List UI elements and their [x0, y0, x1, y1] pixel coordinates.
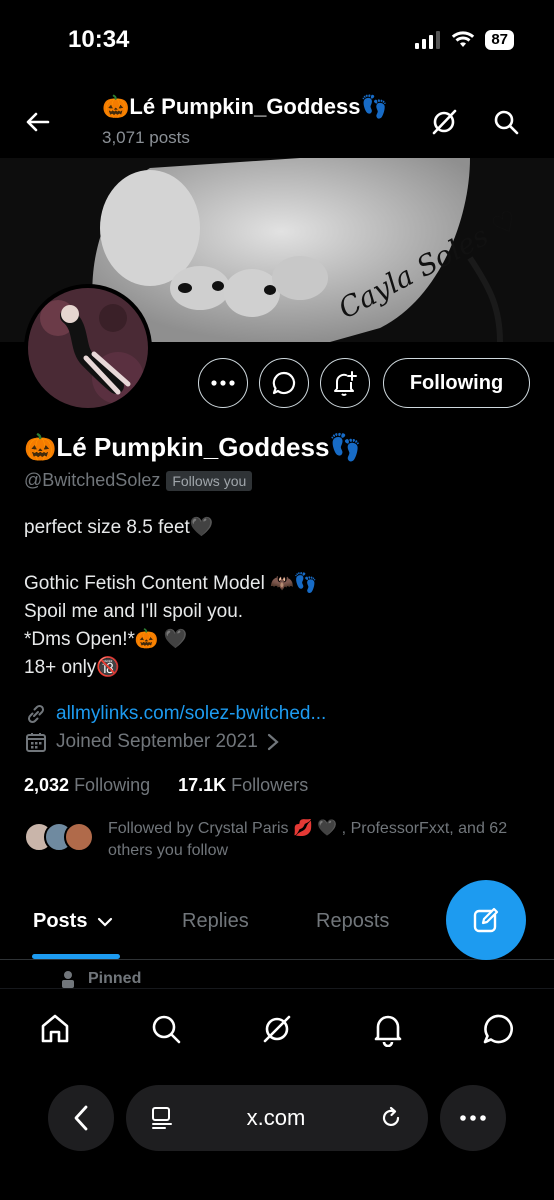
followers-count[interactable]: 17.1K Followers — [178, 775, 308, 796]
status-icons: 87 — [415, 30, 514, 50]
battery-level: 87 — [485, 30, 514, 50]
compose-button[interactable] — [446, 880, 526, 960]
more-dots-icon — [460, 1115, 486, 1121]
chevron-right-icon — [267, 733, 279, 751]
active-tab-indicator — [32, 954, 120, 959]
profile-link[interactable]: allmylinks.com/solez-bwitched... — [24, 702, 326, 726]
bottom-navigation: x.com — [0, 988, 554, 1200]
follow-counts: 2,032 Following 17.1K Followers — [24, 775, 308, 796]
follows-you-badge: Follows you — [166, 470, 253, 491]
profile-bio: perfect size 8.5 feet🖤 Gothic Fetish Con… — [24, 517, 318, 678]
following-count[interactable]: 2,032 Following — [24, 775, 150, 796]
profile-avatar[interactable] — [24, 284, 152, 412]
followed-by-text: Followed by Crystal Paris 💋 🖤 , Professo… — [108, 820, 508, 859]
browser-back-button[interactable] — [48, 1085, 114, 1151]
pin-icon — [62, 971, 74, 988]
user-handle: @BwitchedSolez — [24, 470, 161, 490]
signal-icon — [415, 31, 441, 49]
joined-date-text: Joined September 2021 — [56, 731, 258, 752]
home-icon[interactable] — [37, 1011, 73, 1047]
messages-icon[interactable] — [481, 1011, 517, 1047]
tab-reposts[interactable]: Reposts — [316, 910, 389, 933]
tab-posts-label: Posts — [33, 910, 88, 932]
notifications-button[interactable] — [320, 358, 370, 408]
search-icon[interactable] — [490, 106, 522, 138]
pinned-label: Pinned — [60, 970, 141, 988]
profile-link-text[interactable]: allmylinks.com/solez-bwitched... — [56, 703, 326, 725]
grok-icon[interactable] — [428, 106, 460, 138]
more-dots-icon — [211, 380, 235, 386]
header-title: 🎃Lé Pumpkin_Goddess👣 — [102, 94, 388, 119]
bell-plus-icon — [334, 371, 357, 396]
message-bubble-icon — [272, 371, 296, 395]
followed-by[interactable]: Followed by Crystal Paris 💋 🖤 , Professo… — [24, 818, 528, 862]
back-arrow-icon[interactable] — [22, 106, 54, 138]
handle-row: @BwitchedSolez Follows you — [24, 470, 253, 491]
avatar — [64, 822, 94, 852]
notifications-bell-icon[interactable] — [370, 1011, 406, 1047]
reload-icon[interactable] — [378, 1105, 404, 1131]
display-name: 🎃Lé Pumpkin_Goddess👣 — [24, 432, 362, 462]
reader-mode-icon[interactable] — [150, 1105, 174, 1131]
browser-domain: x.com — [246, 1105, 306, 1130]
browser-address-bar[interactable]: x.com — [126, 1085, 428, 1151]
message-button[interactable] — [259, 358, 309, 408]
link-icon — [27, 704, 45, 724]
joined-date[interactable]: Joined September 2021 — [24, 730, 280, 754]
chevron-left-icon — [74, 1105, 88, 1131]
grok-nav-icon[interactable] — [259, 1011, 295, 1047]
mutual-avatars — [24, 822, 98, 858]
compose-icon — [473, 907, 499, 933]
browser-more-button[interactable] — [440, 1085, 506, 1151]
explore-search-icon[interactable] — [148, 1011, 184, 1047]
more-options-button[interactable] — [198, 358, 248, 408]
post-count: 3,071 posts — [102, 128, 190, 147]
following-button[interactable]: Following — [383, 358, 530, 408]
wifi-icon — [452, 31, 475, 47]
tab-posts[interactable]: Posts — [33, 910, 113, 933]
calendar-icon — [26, 733, 46, 752]
status-time: 10:34 — [68, 26, 130, 53]
chevron-down-icon — [97, 917, 113, 927]
tab-replies[interactable]: Replies — [182, 910, 249, 933]
